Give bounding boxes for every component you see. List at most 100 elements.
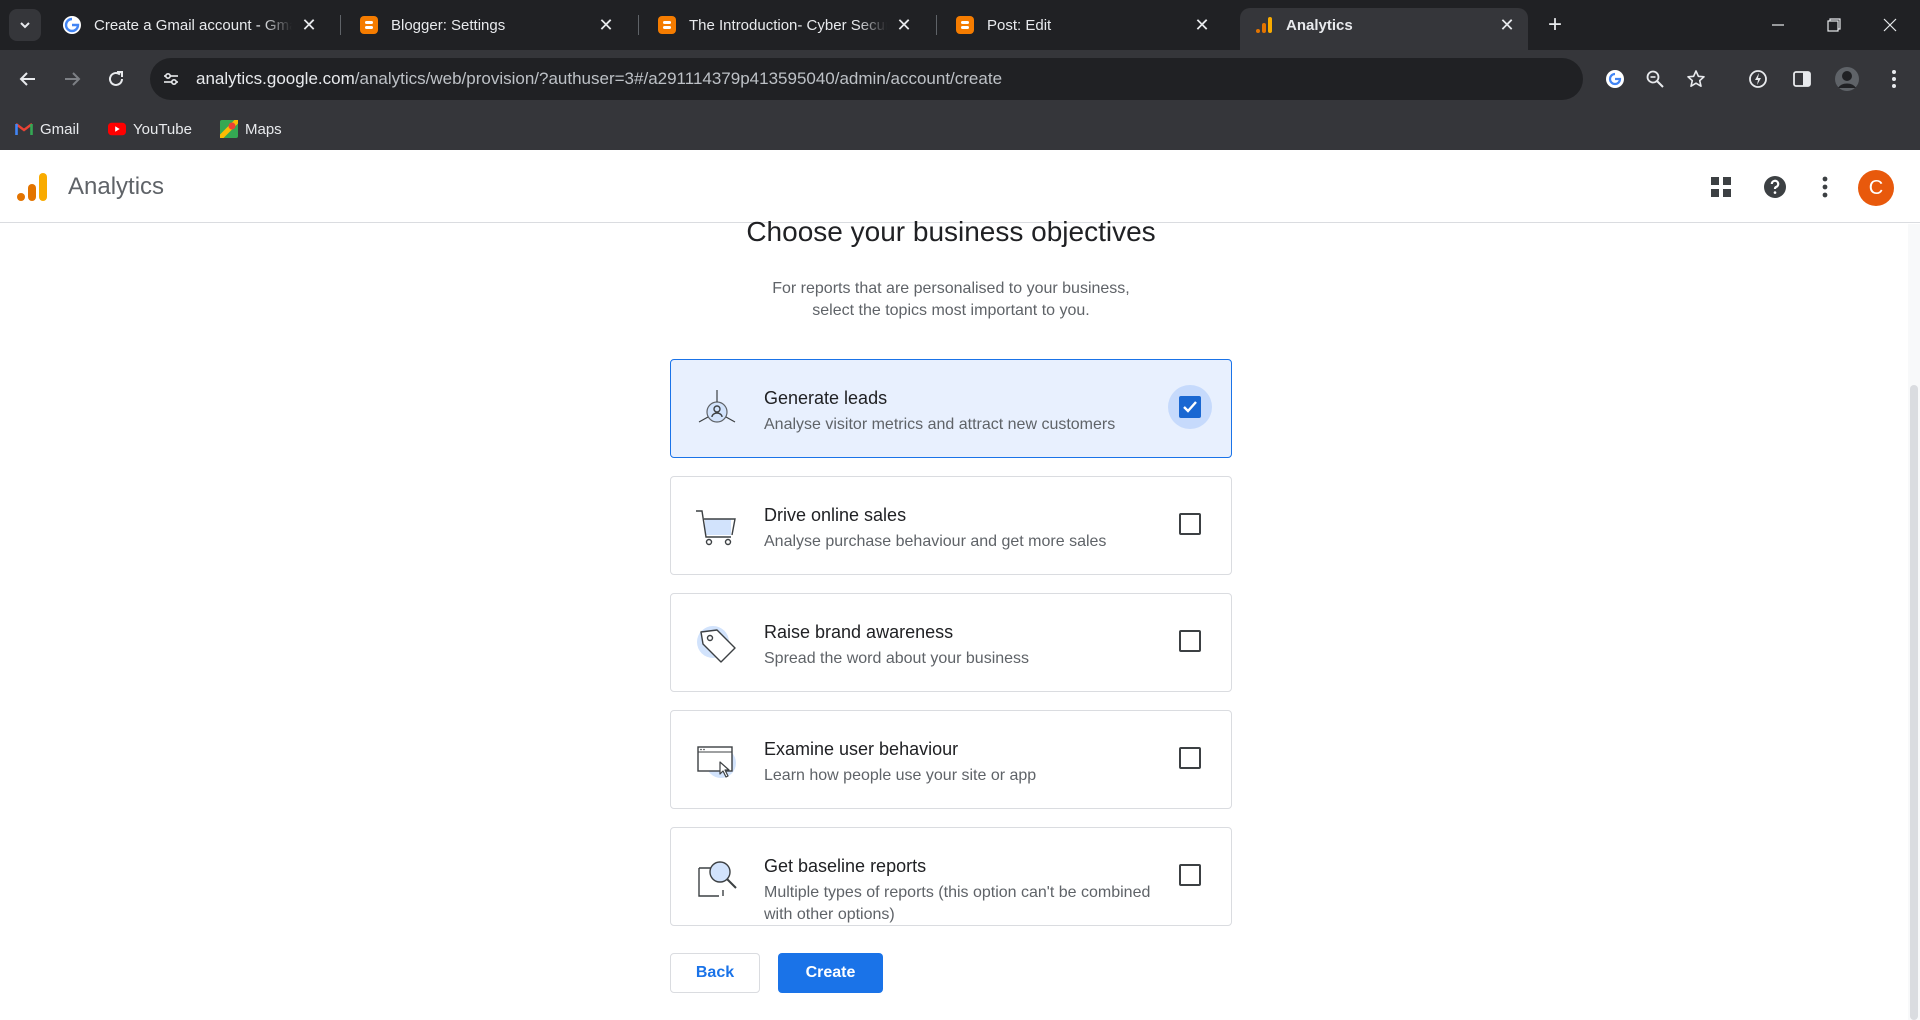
tab-gmail[interactable]: Create a Gmail account - Gmail ✕ xyxy=(48,8,330,42)
browser-cursor-icon xyxy=(697,746,736,778)
objective-checkbox[interactable] xyxy=(1179,747,1201,769)
chevron-down-icon xyxy=(20,22,30,29)
apps-grid-icon xyxy=(1711,177,1731,197)
close-tab-icon[interactable]: ✕ xyxy=(893,14,915,36)
objective-title: Examine user behaviour xyxy=(764,739,959,759)
bookmarks-bar: Gmail YouTube Maps xyxy=(0,108,1920,150)
tab-blogger-settings[interactable]: Blogger: Settings ✕ xyxy=(345,8,627,42)
leads-target-icon xyxy=(698,390,736,423)
performance-icon xyxy=(1749,70,1767,88)
tab-search-button[interactable] xyxy=(9,9,41,41)
restore-button[interactable] xyxy=(1806,0,1862,50)
url-text[interactable]: analytics.google.com/analytics/web/provi… xyxy=(196,69,1002,89)
profile-button[interactable] xyxy=(1831,63,1863,95)
bookmark-label: Gmail xyxy=(40,120,80,138)
blogger-icon xyxy=(657,15,677,35)
close-window-button[interactable] xyxy=(1862,0,1918,50)
objective-card-generate-leads[interactable]: Generate leads Analyse visitor metrics a… xyxy=(670,359,1232,458)
site-info-icon[interactable] xyxy=(160,68,182,90)
more-vert-icon xyxy=(1892,70,1896,88)
magnifier-report-icon xyxy=(698,861,737,897)
google-g-icon xyxy=(62,15,82,35)
new-tab-button[interactable]: + xyxy=(1541,11,1569,39)
app-title: Analytics xyxy=(68,173,165,200)
reload-icon xyxy=(109,71,123,86)
forward-nav-button[interactable] xyxy=(56,63,88,95)
bookmark-label: Maps xyxy=(245,120,282,138)
tab-title: Create a Gmail account - Gmail xyxy=(94,16,292,34)
tab-analytics[interactable]: Analytics ✕ xyxy=(1240,8,1528,50)
account-avatar[interactable]: C xyxy=(1858,170,1894,206)
arrow-right-icon xyxy=(65,72,81,86)
minimize-icon xyxy=(1772,24,1784,26)
objective-description: Spread the word about your business xyxy=(764,650,1030,667)
bookmark-star-icon[interactable] xyxy=(1685,68,1707,90)
close-icon xyxy=(1883,18,1897,32)
back-nav-button[interactable] xyxy=(12,63,44,95)
close-tab-icon[interactable]: ✕ xyxy=(595,14,617,36)
extensions-button[interactable] xyxy=(1742,63,1774,95)
bookmark-gmail[interactable]: Gmail xyxy=(15,117,79,141)
objective-checkbox[interactable] xyxy=(1179,630,1201,652)
checkmark-icon xyxy=(1183,401,1197,413)
browser-menu-button[interactable] xyxy=(1878,63,1910,95)
objective-card-get-baseline-reports[interactable]: Get baseline reports Multiple types of r… xyxy=(670,827,1232,926)
youtube-icon xyxy=(108,120,126,138)
objective-checkbox[interactable] xyxy=(1179,513,1201,535)
minimize-button[interactable] xyxy=(1750,0,1806,50)
subtitle-line: select the topics most important to you. xyxy=(812,302,1090,319)
tab-strip: Create a Gmail account - Gmail ✕ Blogger… xyxy=(0,0,1920,50)
bookmark-label: YouTube xyxy=(133,120,192,138)
analytics-logo-icon xyxy=(17,173,47,201)
objective-title: Drive online sales xyxy=(764,505,907,525)
tab-title: Post: Edit xyxy=(987,16,1052,34)
address-bar[interactable]: analytics.google.com/analytics/web/provi… xyxy=(150,58,1705,100)
google-lens-icon[interactable] xyxy=(1604,68,1626,90)
restore-icon xyxy=(1827,18,1841,32)
more-vert-icon xyxy=(1822,176,1828,198)
back-button[interactable]: Back xyxy=(670,953,760,993)
side-panel-button[interactable] xyxy=(1786,63,1818,95)
browser-toolbar: analytics.google.com/analytics/web/provi… xyxy=(0,50,1920,108)
objective-card-drive-online-sales[interactable]: Drive online sales Analyse purchase beha… xyxy=(670,476,1232,575)
tab-introduction[interactable]: The Introduction- Cyber Security ✕ xyxy=(643,8,925,42)
objective-description: Learn how people use your site or app xyxy=(764,767,1037,784)
app-header: Analytics xyxy=(0,151,1920,223)
create-button[interactable]: Create xyxy=(778,953,883,993)
subtitle-line: For reports that are personalised to you… xyxy=(772,280,1130,297)
objective-title: Raise brand awareness xyxy=(764,622,954,642)
close-tab-icon[interactable]: ✕ xyxy=(298,14,320,36)
objective-description: Multiple types of reports (this option c… xyxy=(764,884,1151,923)
close-tab-icon[interactable]: ✕ xyxy=(1496,14,1518,36)
bookmark-maps[interactable]: Maps xyxy=(220,117,282,141)
tab-post-edit[interactable]: Post: Edit ✕ xyxy=(941,8,1223,42)
objective-title: Generate leads xyxy=(764,388,888,408)
arrow-left-icon xyxy=(19,72,35,86)
objective-checkbox[interactable] xyxy=(1179,396,1201,418)
profile-avatar-icon xyxy=(1835,67,1859,91)
close-tab-icon[interactable]: ✕ xyxy=(1191,14,1213,36)
bookmark-youtube[interactable]: YouTube xyxy=(108,117,192,141)
reload-button[interactable] xyxy=(100,63,132,95)
side-panel-icon xyxy=(1793,71,1811,87)
objective-checkbox[interactable] xyxy=(1179,864,1201,886)
help-button[interactable] xyxy=(1759,171,1791,203)
apps-grid-button[interactable] xyxy=(1705,171,1737,203)
objective-title: Get baseline reports xyxy=(764,856,927,876)
tag-icon xyxy=(697,626,736,663)
zoom-icon[interactable] xyxy=(1644,68,1666,90)
objective-description: Analyse purchase behaviour and get more … xyxy=(764,533,1107,550)
help-icon xyxy=(1764,176,1786,198)
scrollbar-thumb[interactable] xyxy=(1910,385,1918,1020)
url-host: analytics.google.com xyxy=(196,69,355,88)
analytics-icon xyxy=(1254,15,1274,35)
objective-card-examine-user-behaviour[interactable]: Examine user behaviour Learn how people … xyxy=(670,710,1232,809)
objective-description: Analyse visitor metrics and attract new … xyxy=(764,416,1116,433)
page-title: Choose your business objectives xyxy=(746,216,1156,247)
page-subtitle: For reports that are personalised to you… xyxy=(740,278,1162,322)
tab-separator xyxy=(638,15,639,35)
gmail-icon xyxy=(15,120,33,138)
objective-card-raise-brand-awareness[interactable]: Raise brand awareness Spread the word ab… xyxy=(670,593,1232,692)
more-options-button[interactable] xyxy=(1809,171,1841,203)
shopping-cart-icon xyxy=(696,510,736,546)
